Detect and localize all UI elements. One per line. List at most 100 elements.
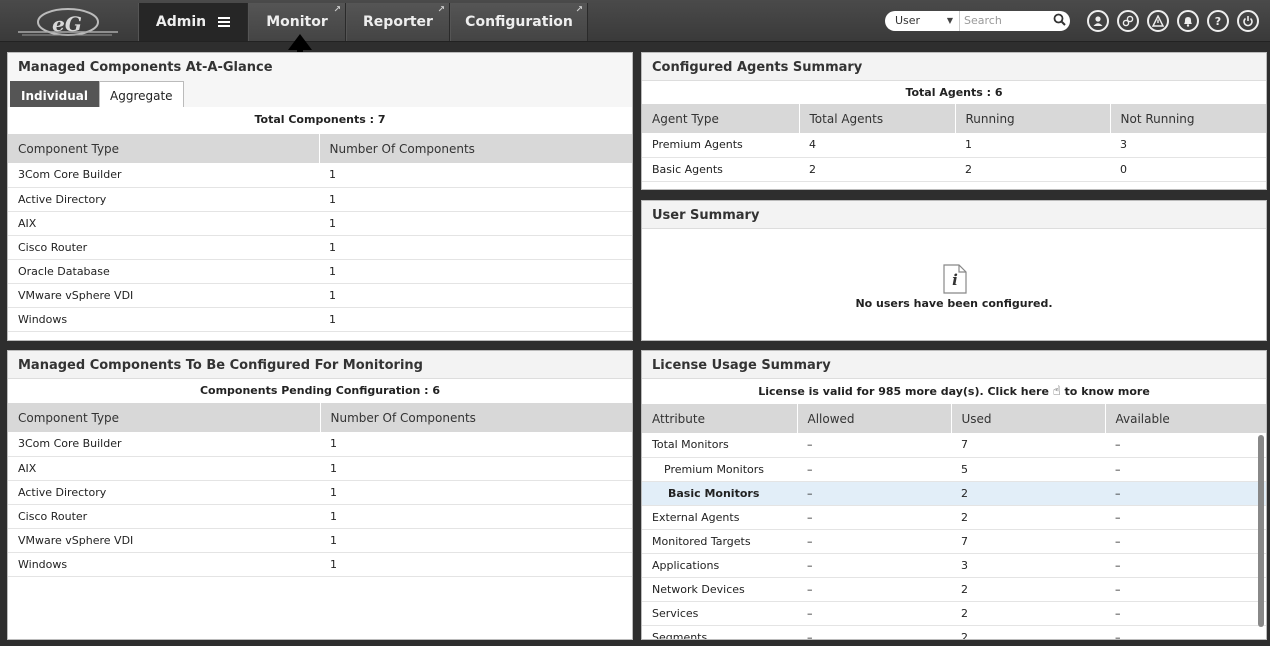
cell-allowed: –: [797, 553, 951, 578]
cell-count: 1: [319, 211, 632, 236]
table-row[interactable]: Applications –3–: [642, 553, 1266, 578]
table-row[interactable]: VMware vSphere VDI 1: [8, 528, 632, 553]
table-row[interactable]: Windows 1: [8, 552, 632, 577]
table-row[interactable]: Active Directory 1: [8, 480, 632, 505]
no-users-message: No users have been configured.: [855, 297, 1053, 310]
table-row[interactable]: AIX 1: [8, 211, 632, 236]
table-row[interactable]: 3Com Core Builder 1: [8, 163, 632, 188]
column-header[interactable]: Total Agents: [799, 104, 956, 133]
info-document-icon: i: [943, 264, 967, 294]
license-validity-suffix: to know more: [1064, 385, 1150, 398]
column-header[interactable]: Agent Type: [642, 104, 800, 133]
power-icon[interactable]: [1237, 10, 1259, 32]
cell-allowed: –: [797, 433, 951, 458]
external-link-icon[interactable]: ↗: [437, 5, 445, 15]
cell-count: 1: [319, 307, 632, 332]
tab-reporter-label: Reporter: [363, 14, 433, 30]
table-row[interactable]: Services –2–: [642, 601, 1266, 626]
cell-count: 1: [319, 187, 632, 212]
column-header[interactable]: Number Of Components: [319, 134, 632, 163]
search-scope-select[interactable]: User ▼: [885, 11, 960, 31]
table-row[interactable]: AIX 1: [8, 456, 632, 481]
eg-logo[interactable]: eG: [8, 4, 126, 38]
table-row[interactable]: Oracle Database 1: [8, 259, 632, 284]
column-header[interactable]: Number Of Components: [320, 403, 632, 432]
alert-icon[interactable]: [1147, 10, 1169, 32]
table-row-selected[interactable]: Basic Monitors –2–: [642, 481, 1266, 506]
table-row[interactable]: Premium Agents 4 1 3: [642, 133, 1266, 158]
search-input[interactable]: Search: [960, 11, 1048, 31]
table-row[interactable]: Cisco Router 1: [8, 235, 632, 260]
table-row[interactable]: VMware vSphere VDI 1: [8, 283, 632, 308]
cell-allowed: –: [797, 625, 951, 639]
column-header[interactable]: Attribute: [642, 404, 798, 433]
panel-title: User Summary: [642, 201, 1266, 229]
cell-count: 1: [320, 432, 632, 457]
user-icon[interactable]: [1087, 10, 1109, 32]
cell-attribute: Services: [642, 601, 797, 626]
table-row[interactable]: External Agents –2–: [642, 505, 1266, 530]
table-row[interactable]: Active Directory 1: [8, 187, 632, 212]
search-icon[interactable]: [1048, 13, 1070, 30]
cell-attribute: Monitored Targets: [642, 529, 797, 554]
managed-components-glance-panel: Managed Components At-A-Glance Individua…: [7, 52, 633, 341]
panel-title: License Usage Summary: [642, 351, 1266, 379]
cell-allowed: –: [797, 601, 951, 626]
table-row[interactable]: Basic Agents 2 2 0: [642, 157, 1266, 182]
table-row[interactable]: Total Monitors –7–: [642, 433, 1266, 458]
panel-title: Managed Components To Be Configured For …: [8, 351, 632, 379]
tab-admin[interactable]: Admin: [138, 3, 248, 41]
column-header[interactable]: Used: [951, 404, 1106, 433]
table-row[interactable]: Cisco Router 1: [8, 504, 632, 529]
cell-available: –: [1105, 433, 1266, 458]
cell-attribute: External Agents: [642, 505, 797, 530]
cell-attribute: Segments: [642, 625, 797, 639]
tab-aggregate[interactable]: Aggregate: [99, 81, 184, 107]
cell-count: 1: [319, 259, 632, 284]
cell-count: 1: [320, 456, 632, 481]
cell-used: 2: [951, 601, 1105, 626]
tab-individual[interactable]: Individual: [10, 81, 99, 107]
cell-component-type: Windows: [8, 552, 320, 577]
table-row[interactable]: Premium Monitors –5–: [642, 457, 1266, 482]
cell-running: 2: [955, 157, 1110, 182]
license-validity-text[interactable]: License is valid for 985 more day(s). Cl…: [758, 385, 1049, 398]
user-summary-panel: User Summary i No users have been config…: [641, 200, 1267, 341]
cell-component-type: AIX: [8, 456, 320, 481]
table-row[interactable]: Segments –2–: [642, 625, 1266, 639]
cell-total: 4: [799, 133, 955, 158]
menu-hamburger-icon[interactable]: [218, 15, 231, 29]
column-header[interactable]: Allowed: [797, 404, 952, 433]
external-link-icon[interactable]: ↗: [575, 5, 583, 15]
table-row[interactable]: Network Devices –2–: [642, 577, 1266, 602]
tab-configuration[interactable]: Configuration ↗: [450, 3, 588, 41]
info-icon-letter: i: [952, 271, 958, 289]
cell-attribute: Basic Monitors: [642, 481, 797, 506]
external-link-icon[interactable]: ↗: [333, 5, 341, 15]
column-header[interactable]: Component Type: [8, 134, 320, 163]
cell-component-type: AIX: [8, 211, 319, 236]
cell-allowed: –: [797, 481, 951, 506]
cell-used: 5: [951, 457, 1105, 482]
tab-reporter[interactable]: Reporter ↗: [346, 3, 450, 41]
cell-used: 3: [951, 553, 1105, 578]
cell-component-type: Windows: [8, 307, 319, 332]
link-icon[interactable]: [1117, 10, 1139, 32]
table-row[interactable]: Windows 1: [8, 307, 632, 332]
table-row[interactable]: 3Com Core Builder 1: [8, 432, 632, 457]
table-row[interactable]: Monitored Targets –7–: [642, 529, 1266, 554]
column-header[interactable]: Component Type: [8, 403, 321, 432]
cell-attribute: Premium Monitors: [642, 457, 797, 482]
column-header[interactable]: Available: [1105, 404, 1266, 433]
panel-title: Configured Agents Summary: [642, 53, 1266, 81]
bell-icon[interactable]: [1177, 10, 1199, 32]
column-header[interactable]: Running: [955, 104, 1111, 133]
help-icon[interactable]: ?: [1207, 10, 1229, 32]
agents-table: Agent Type Total Agents Running Not Runn…: [642, 104, 1266, 182]
license-validity-note: License is valid for 985 more day(s). Cl…: [642, 379, 1266, 404]
top-navigation-bar: eG Admin Monitor ↗ Reporter ↗ Configurat…: [0, 0, 1270, 42]
license-table-scrollbar[interactable]: [1258, 435, 1264, 627]
column-header[interactable]: Not Running: [1110, 104, 1266, 133]
tab-monitor-label: Monitor: [266, 14, 328, 30]
cell-count: 1: [320, 504, 632, 529]
